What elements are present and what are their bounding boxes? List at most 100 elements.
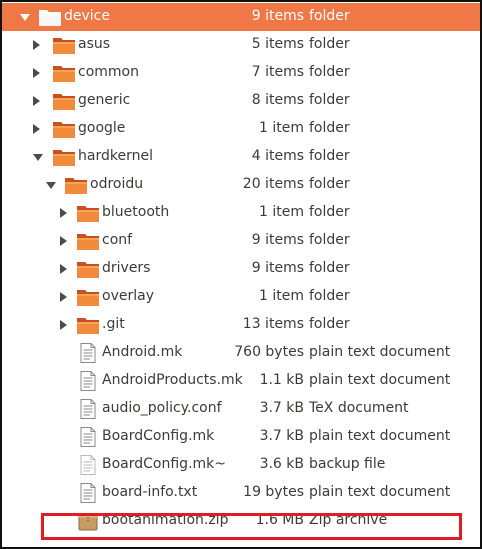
file-type: plain text document	[309, 372, 451, 388]
file-size: 1 item	[259, 204, 304, 220]
file-size: 20 items	[242, 176, 304, 192]
folder-icon	[76, 203, 100, 223]
text-file-icon	[76, 371, 100, 391]
file-type: folder	[309, 92, 350, 108]
file-type: TeX document	[309, 400, 409, 416]
file-row[interactable]: AndroidProducts.mk 1.1 kB plain text docum…	[2, 367, 480, 395]
file-size: 7 items	[251, 64, 304, 80]
file-type: folder	[309, 316, 350, 332]
folder-icon	[76, 259, 100, 279]
file-size: 1.1 kB	[259, 372, 304, 388]
folder-row[interactable]: generic 8 items folder	[2, 87, 480, 115]
file-name: conf	[102, 232, 133, 248]
expander-collapsed-icon[interactable]	[60, 292, 67, 302]
folder-icon	[52, 119, 76, 139]
file-type: folder	[309, 176, 350, 192]
file-size: 1 item	[259, 120, 304, 136]
folder-row[interactable]: overlay 1 item folder	[2, 283, 480, 311]
file-row[interactable]: board-info.txt 19 bytes plain text documen…	[2, 479, 480, 507]
file-type: plain text document	[309, 344, 451, 360]
expander-expanded-icon[interactable]	[46, 182, 56, 189]
file-name: odroidu	[90, 176, 144, 192]
file-name: device	[64, 8, 110, 24]
file-size: 3.6 kB	[259, 456, 304, 472]
file-name: Android.mk	[102, 344, 183, 360]
folder-icon	[52, 147, 76, 167]
file-type: folder	[309, 288, 350, 304]
file-type: folder	[309, 204, 350, 220]
folder-icon	[52, 35, 76, 55]
file-size: 8 items	[251, 92, 304, 108]
highlight-box	[41, 513, 462, 540]
expander-expanded-icon[interactable]	[20, 14, 30, 21]
file-name: common	[78, 64, 139, 80]
file-type: backup file	[309, 456, 386, 472]
file-type: folder	[309, 36, 350, 52]
folder-icon	[76, 287, 100, 307]
file-size: 5 items	[251, 36, 304, 52]
folder-row[interactable]: .git 13 items folder	[2, 311, 480, 339]
file-row[interactable]: BoardConfig.mk 3.7 kB plain text document	[2, 423, 480, 451]
file-type: plain text document	[309, 484, 451, 500]
file-manager-list-view: device 9 items folder asus 5 items folder comm…	[0, 0, 482, 549]
folder-row[interactable]: hardkernel 4 items folder	[2, 143, 480, 171]
file-type: folder	[309, 8, 350, 24]
file-name: BoardConfig.mk~	[102, 456, 226, 472]
folder-row[interactable]: device 9 items folder	[2, 3, 480, 31]
expander-collapsed-icon[interactable]	[60, 264, 67, 274]
file-name: hardkernel	[78, 148, 153, 164]
file-size: 13 items	[242, 316, 304, 332]
file-row[interactable]: BoardConfig.mk~ 3.6 kB backup file	[2, 451, 480, 479]
backup-file-icon	[76, 455, 100, 475]
text-file-icon	[76, 483, 100, 503]
file-size: 9 items	[251, 8, 304, 24]
folder-icon	[38, 7, 62, 27]
expander-collapsed-icon[interactable]	[33, 40, 40, 50]
folder-row[interactable]: odroidu 20 items folder	[2, 171, 480, 199]
file-size: 4 items	[251, 148, 304, 164]
file-row[interactable]: Android.mk 760 bytes plain text document	[2, 339, 480, 367]
folder-row[interactable]: conf 9 items folder	[2, 227, 480, 255]
file-name: BoardConfig.mk	[102, 428, 215, 444]
file-type: folder	[309, 120, 350, 136]
file-type: plain text document	[309, 428, 451, 444]
file-name: asus	[78, 36, 111, 52]
file-name: drivers	[102, 260, 151, 276]
folder-icon	[52, 91, 76, 111]
text-file-icon	[76, 427, 100, 447]
file-size: 3.7 kB	[259, 400, 304, 416]
file-name: board-info.txt	[102, 484, 198, 500]
file-type: folder	[309, 260, 350, 276]
folder-icon	[76, 231, 100, 251]
folder-row[interactable]: google 1 item folder	[2, 115, 480, 143]
text-file-icon	[76, 399, 100, 419]
file-name: google	[78, 120, 126, 136]
file-size: 19 bytes	[243, 484, 304, 500]
file-row[interactable]: audio_policy.conf 3.7 kB TeX document	[2, 395, 480, 423]
file-size: 9 items	[251, 232, 304, 248]
folder-row[interactable]: drivers 9 items folder	[2, 255, 480, 283]
file-type: folder	[309, 64, 350, 80]
expander-collapsed-icon[interactable]	[33, 68, 40, 78]
file-type: folder	[309, 232, 350, 248]
text-file-icon	[76, 343, 100, 363]
file-size: 3.7 kB	[259, 428, 304, 444]
expander-collapsed-icon[interactable]	[33, 96, 40, 106]
folder-row[interactable]: bluetooth 1 item folder	[2, 199, 480, 227]
folder-icon	[64, 175, 88, 195]
expander-expanded-icon[interactable]	[33, 154, 43, 161]
file-size: 9 items	[251, 260, 304, 276]
expander-collapsed-icon[interactable]	[60, 208, 67, 218]
file-name: overlay	[102, 288, 154, 304]
expander-collapsed-icon[interactable]	[33, 124, 40, 134]
folder-row[interactable]: common 7 items folder	[2, 59, 480, 87]
file-name: audio_policy.conf	[102, 400, 222, 416]
file-name: generic	[78, 92, 131, 108]
file-name: .git	[102, 316, 125, 332]
folder-icon	[76, 315, 100, 335]
folder-icon	[52, 63, 76, 83]
expander-collapsed-icon[interactable]	[60, 236, 67, 246]
folder-row[interactable]: asus 5 items folder	[2, 31, 480, 59]
file-name: bluetooth	[102, 204, 170, 220]
expander-collapsed-icon[interactable]	[60, 320, 67, 330]
